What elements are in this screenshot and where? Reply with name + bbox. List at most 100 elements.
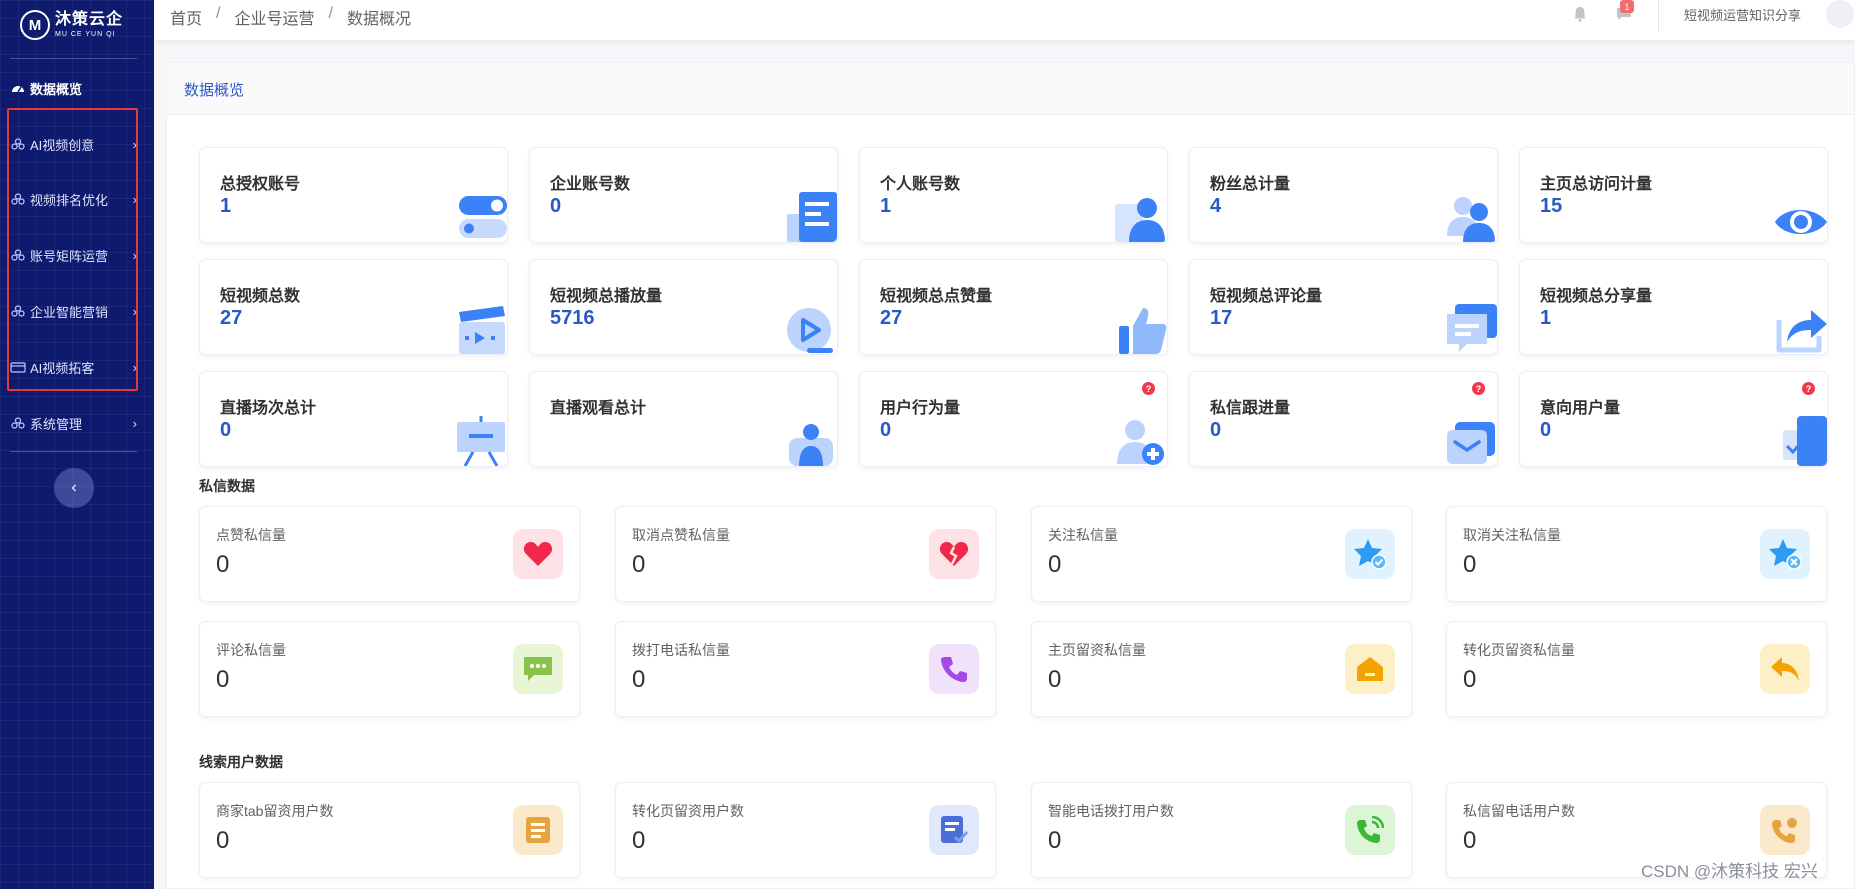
stat-label: 主页总访问计量 (1540, 176, 1653, 193)
watermark-text: CSDN @沐策科技 宏兴 (1641, 862, 1818, 881)
metric-card-merchant-tab-leads[interactable]: 商家tab留资用户数 0 (199, 782, 580, 878)
top-header: 首页 / 企业号运营 / 数据概况 1 短视频运营知识分享 (154, 0, 1855, 40)
help-icon[interactable]: ? (1472, 382, 1485, 395)
users-icon (1445, 192, 1497, 242)
stat-label: 个人账号数 (880, 176, 961, 193)
sidebar-item-system-management[interactable]: 系统管理 › (10, 408, 137, 438)
reply-icon (1760, 644, 1810, 694)
breadcrumb-separator: / (216, 5, 221, 22)
stat-card-enterprise-accounts[interactable]: 企业账号数 0 (529, 147, 838, 243)
play-icon (785, 304, 837, 354)
metric-card-conversion-page-leads[interactable]: 转化页留资用户数 0 (615, 782, 996, 878)
metric-label: 评论私信量 (216, 642, 286, 658)
avatar[interactable] (1826, 0, 1854, 28)
dashboard-icon (10, 82, 26, 94)
stat-label: 直播场次总计 (220, 400, 317, 417)
stat-card-video-likes[interactable]: 短视频总点赞量 27 (859, 259, 1168, 355)
logo-mark-icon: M (20, 10, 50, 40)
cluster-icon (10, 417, 26, 429)
easel-icon (455, 416, 507, 466)
breadcrumb-current: 数据概况 (346, 11, 411, 28)
phone-call-icon (1345, 805, 1395, 855)
user-name[interactable]: 短视频运营知识分享 (1684, 5, 1801, 24)
metric-card-comment-messages[interactable]: 评论私信量 0 (199, 621, 580, 717)
chevron-right-icon: › (132, 415, 137, 431)
eye-icon (1775, 192, 1827, 242)
stat-card-video-shares[interactable]: 短视频总分享量 1 (1519, 259, 1828, 355)
metric-card-like-messages[interactable]: 点赞私信量 0 (199, 506, 580, 602)
metric-value: 0 (1463, 827, 1477, 854)
brand-name: 沐策云企 (55, 11, 124, 28)
sidebar-collapse-button[interactable]: ‹ (54, 468, 94, 508)
section-title-leads: 线索用户数据 (199, 754, 283, 770)
home-icon (1345, 644, 1395, 694)
sidebar: M 沐策云企 MU CE YUN QI 数据概览 AI视频创意 › 视频排名优化… (0, 0, 154, 889)
stat-card-personal-accounts[interactable]: 个人账号数 1 (859, 147, 1168, 243)
stat-label: 意向用户量 (1540, 400, 1621, 417)
highlight-annotation-box (7, 108, 138, 391)
stat-card-video-plays[interactable]: 短视频总播放量 5716 (529, 259, 838, 355)
stat-label: 短视频总分享量 (1540, 288, 1653, 305)
metric-card-unfollow-messages[interactable]: 取消关注私信量 0 (1446, 506, 1827, 602)
notification-badge: 1 (1620, 0, 1634, 13)
stat-label: 用户行为量 (880, 400, 961, 417)
thumbs-up-icon (1115, 304, 1167, 354)
metric-label: 转化页留资私信量 (1463, 642, 1575, 658)
metric-card-conversion-lead-messages[interactable]: 转化页留资私信量 0 (1446, 621, 1827, 717)
toggle-icon (455, 192, 507, 242)
stat-value: 15 (1540, 195, 1563, 217)
stat-value: 0 (880, 419, 892, 441)
breadcrumb-enterprise[interactable]: 企业号运营 (234, 5, 314, 29)
sidebar-item-data-overview[interactable]: 数据概览 (10, 73, 137, 103)
metric-card-homepage-lead-messages[interactable]: 主页留资私信量 0 (1031, 621, 1412, 717)
metric-label: 点赞私信量 (216, 527, 286, 543)
stat-card-intent-users[interactable]: 意向用户量 0 ? (1519, 371, 1828, 467)
stat-label: 短视频总点赞量 (880, 288, 993, 305)
stat-label: 粉丝总计量 (1210, 176, 1291, 193)
stat-value: 0 (220, 419, 232, 441)
help-icon[interactable]: ? (1802, 382, 1815, 395)
stat-card-live-sessions[interactable]: 直播场次总计 0 (199, 371, 508, 467)
metric-label: 拨打电话私信量 (632, 642, 730, 658)
metric-card-unlike-messages[interactable]: 取消点赞私信量 0 (615, 506, 996, 602)
stat-value: 17 (1210, 307, 1233, 329)
metric-label: 私信留电话用户数 (1463, 803, 1575, 819)
stat-card-total-authorized[interactable]: 总授权账号 1 (199, 147, 508, 243)
help-icon[interactable]: ? (1142, 382, 1155, 395)
stat-value: 0 (1210, 419, 1222, 441)
stat-card-live-views[interactable]: 直播观看总计 (529, 371, 838, 467)
broken-heart-icon (929, 529, 979, 579)
stat-value: 1 (1540, 307, 1552, 329)
sidebar-divider (10, 451, 137, 452)
metric-value: 0 (632, 827, 646, 854)
stat-card-user-behavior[interactable]: 用户行为量 0 ? (859, 371, 1168, 467)
metric-card-smart-call-users[interactable]: 智能电话拨打用户数 0 (1031, 782, 1412, 878)
chat-bubble-icon (513, 644, 563, 694)
heart-icon (513, 529, 563, 579)
stat-card-video-count[interactable]: 短视频总数 27 (199, 259, 508, 355)
stat-label: 直播观看总计 (550, 400, 647, 417)
metric-value: 0 (1048, 551, 1062, 578)
metric-card-follow-messages[interactable]: 关注私信量 0 (1031, 506, 1412, 602)
stat-card-video-comments[interactable]: 短视频总评论量 17 (1189, 259, 1498, 355)
bell-icon[interactable] (1571, 5, 1589, 23)
metric-card-call-messages[interactable]: 拨打电话私信量 0 (615, 621, 996, 717)
stat-label: 短视频总数 (220, 288, 301, 305)
section-title-private-messages: 私信数据 (199, 478, 255, 494)
breadcrumb-home[interactable]: 首页 (170, 5, 202, 29)
stat-card-message-followup[interactable]: 私信跟进量 0 ? (1189, 371, 1498, 467)
metric-value: 0 (1048, 666, 1062, 693)
metric-label: 取消点赞私信量 (632, 527, 730, 543)
metric-value: 0 (216, 827, 230, 854)
stat-card-fans-total[interactable]: 粉丝总计量 4 (1189, 147, 1498, 243)
document-icon (785, 192, 837, 242)
brand-logo[interactable]: M 沐策云企 MU CE YUN QI (20, 8, 130, 42)
stat-card-homepage-visits[interactable]: 主页总访问计量 15 (1519, 147, 1828, 243)
sidebar-item-label: 系统管理 (30, 416, 83, 432)
form-check-icon (929, 805, 979, 855)
metric-value: 0 (632, 666, 646, 693)
sidebar-item-label: 数据概览 (30, 81, 83, 97)
breadcrumb: 首页 / 企业号运营 / 数据概况 (170, 5, 411, 29)
stat-value: 0 (1540, 419, 1552, 441)
metric-value: 0 (1048, 827, 1062, 854)
